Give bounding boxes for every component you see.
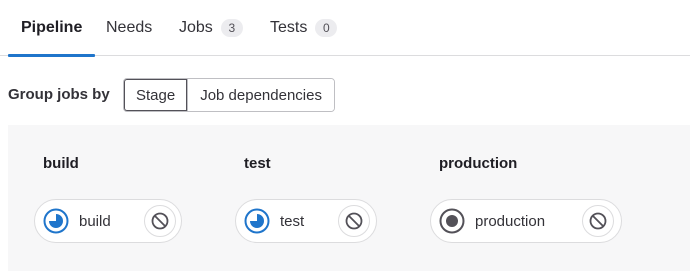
tab-pipeline-label: Pipeline [21, 19, 83, 36]
pipeline-tabs: Pipeline Needs Jobs 3 Tests 0 [0, 0, 690, 57]
cancel-icon [345, 212, 363, 230]
stage-title-test: test [244, 155, 271, 172]
job-name: production [475, 213, 546, 230]
job-test[interactable]: test [235, 199, 377, 243]
job-production[interactable]: production [430, 199, 622, 243]
pipeline-graph [8, 125, 690, 271]
running-icon [244, 208, 270, 234]
group-by-dependencies-button[interactable]: Job dependencies [187, 79, 334, 111]
group-by-stage-button[interactable]: Stage [124, 79, 188, 111]
job-name: test [280, 213, 305, 230]
tab-tests[interactable]: Tests 0 [258, 0, 349, 56]
tab-pipeline[interactable]: Pipeline [8, 0, 96, 57]
tab-jobs[interactable]: Jobs 3 [167, 0, 255, 56]
tab-jobs-label: Jobs [179, 19, 213, 36]
jobs-count-badge: 3 [220, 19, 243, 37]
stage-title-production: production [439, 155, 518, 172]
tests-count-badge: 0 [315, 19, 338, 37]
cancel-button[interactable] [144, 205, 176, 237]
cancel-button[interactable] [582, 205, 614, 237]
tab-tests-label: Tests [270, 19, 308, 36]
stage-title-build: build [43, 155, 79, 172]
tab-needs[interactable]: Needs [94, 0, 164, 56]
group-jobs-toggle: Stage Job dependencies [123, 78, 335, 112]
cancel-icon [589, 212, 607, 230]
running-icon [43, 208, 69, 234]
cancel-button[interactable] [338, 205, 370, 237]
job-build[interactable]: build [34, 199, 182, 243]
job-name: build [79, 213, 111, 230]
cancel-icon [151, 212, 169, 230]
tab-needs-label: Needs [106, 19, 153, 36]
pending-icon [439, 208, 465, 234]
group-jobs-label: Group jobs by [8, 86, 110, 103]
